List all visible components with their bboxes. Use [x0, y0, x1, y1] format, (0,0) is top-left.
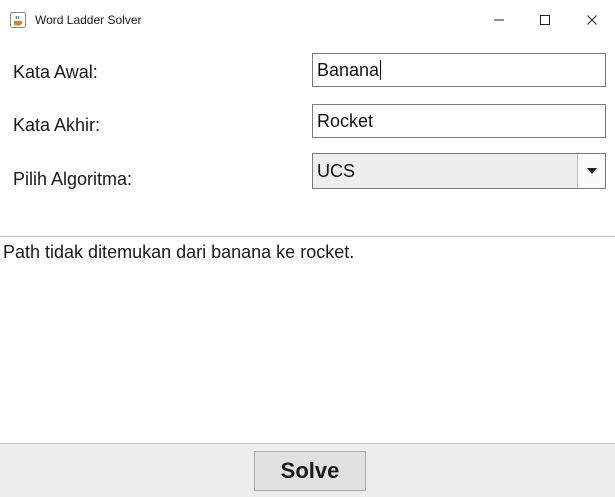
minimize-icon: [493, 14, 505, 26]
start-word-field[interactable]: Banana: [312, 53, 606, 87]
result-message: Path tidak ditemukan dari banana ke rock…: [3, 242, 355, 262]
start-word-value: Banana: [317, 59, 380, 80]
close-icon: [586, 14, 598, 26]
algorithm-label: Pilih Algoritma:: [13, 169, 133, 189]
solve-button[interactable]: Solve: [254, 451, 366, 491]
algorithm-selected-value: UCS: [317, 160, 356, 181]
input-form: Kata Awal: Banana Kata Akhir: Rocket Pil…: [0, 40, 615, 236]
minimize-button[interactable]: [476, 0, 522, 40]
window-title: Word Ladder Solver: [35, 13, 142, 27]
chevron-down-icon: [586, 168, 597, 174]
footer-panel: Solve: [0, 444, 615, 497]
end-word-field[interactable]: Rocket: [312, 104, 606, 138]
end-word-label: Kata Akhir:: [13, 115, 101, 135]
title-bar: Word Ladder Solver: [0, 0, 615, 40]
output-area: Path tidak ditemukan dari banana ke rock…: [0, 237, 615, 443]
algorithm-select[interactable]: UCS: [312, 153, 606, 189]
end-word-value: Rocket: [317, 110, 374, 131]
dropdown-arrow-button[interactable]: [577, 154, 605, 188]
text-caret: [380, 60, 382, 80]
start-word-label: Kata Awal:: [13, 62, 98, 82]
maximize-icon: [539, 14, 551, 26]
java-cup-icon: [10, 12, 26, 28]
maximize-button[interactable]: [522, 0, 568, 40]
close-button[interactable]: [569, 0, 615, 40]
